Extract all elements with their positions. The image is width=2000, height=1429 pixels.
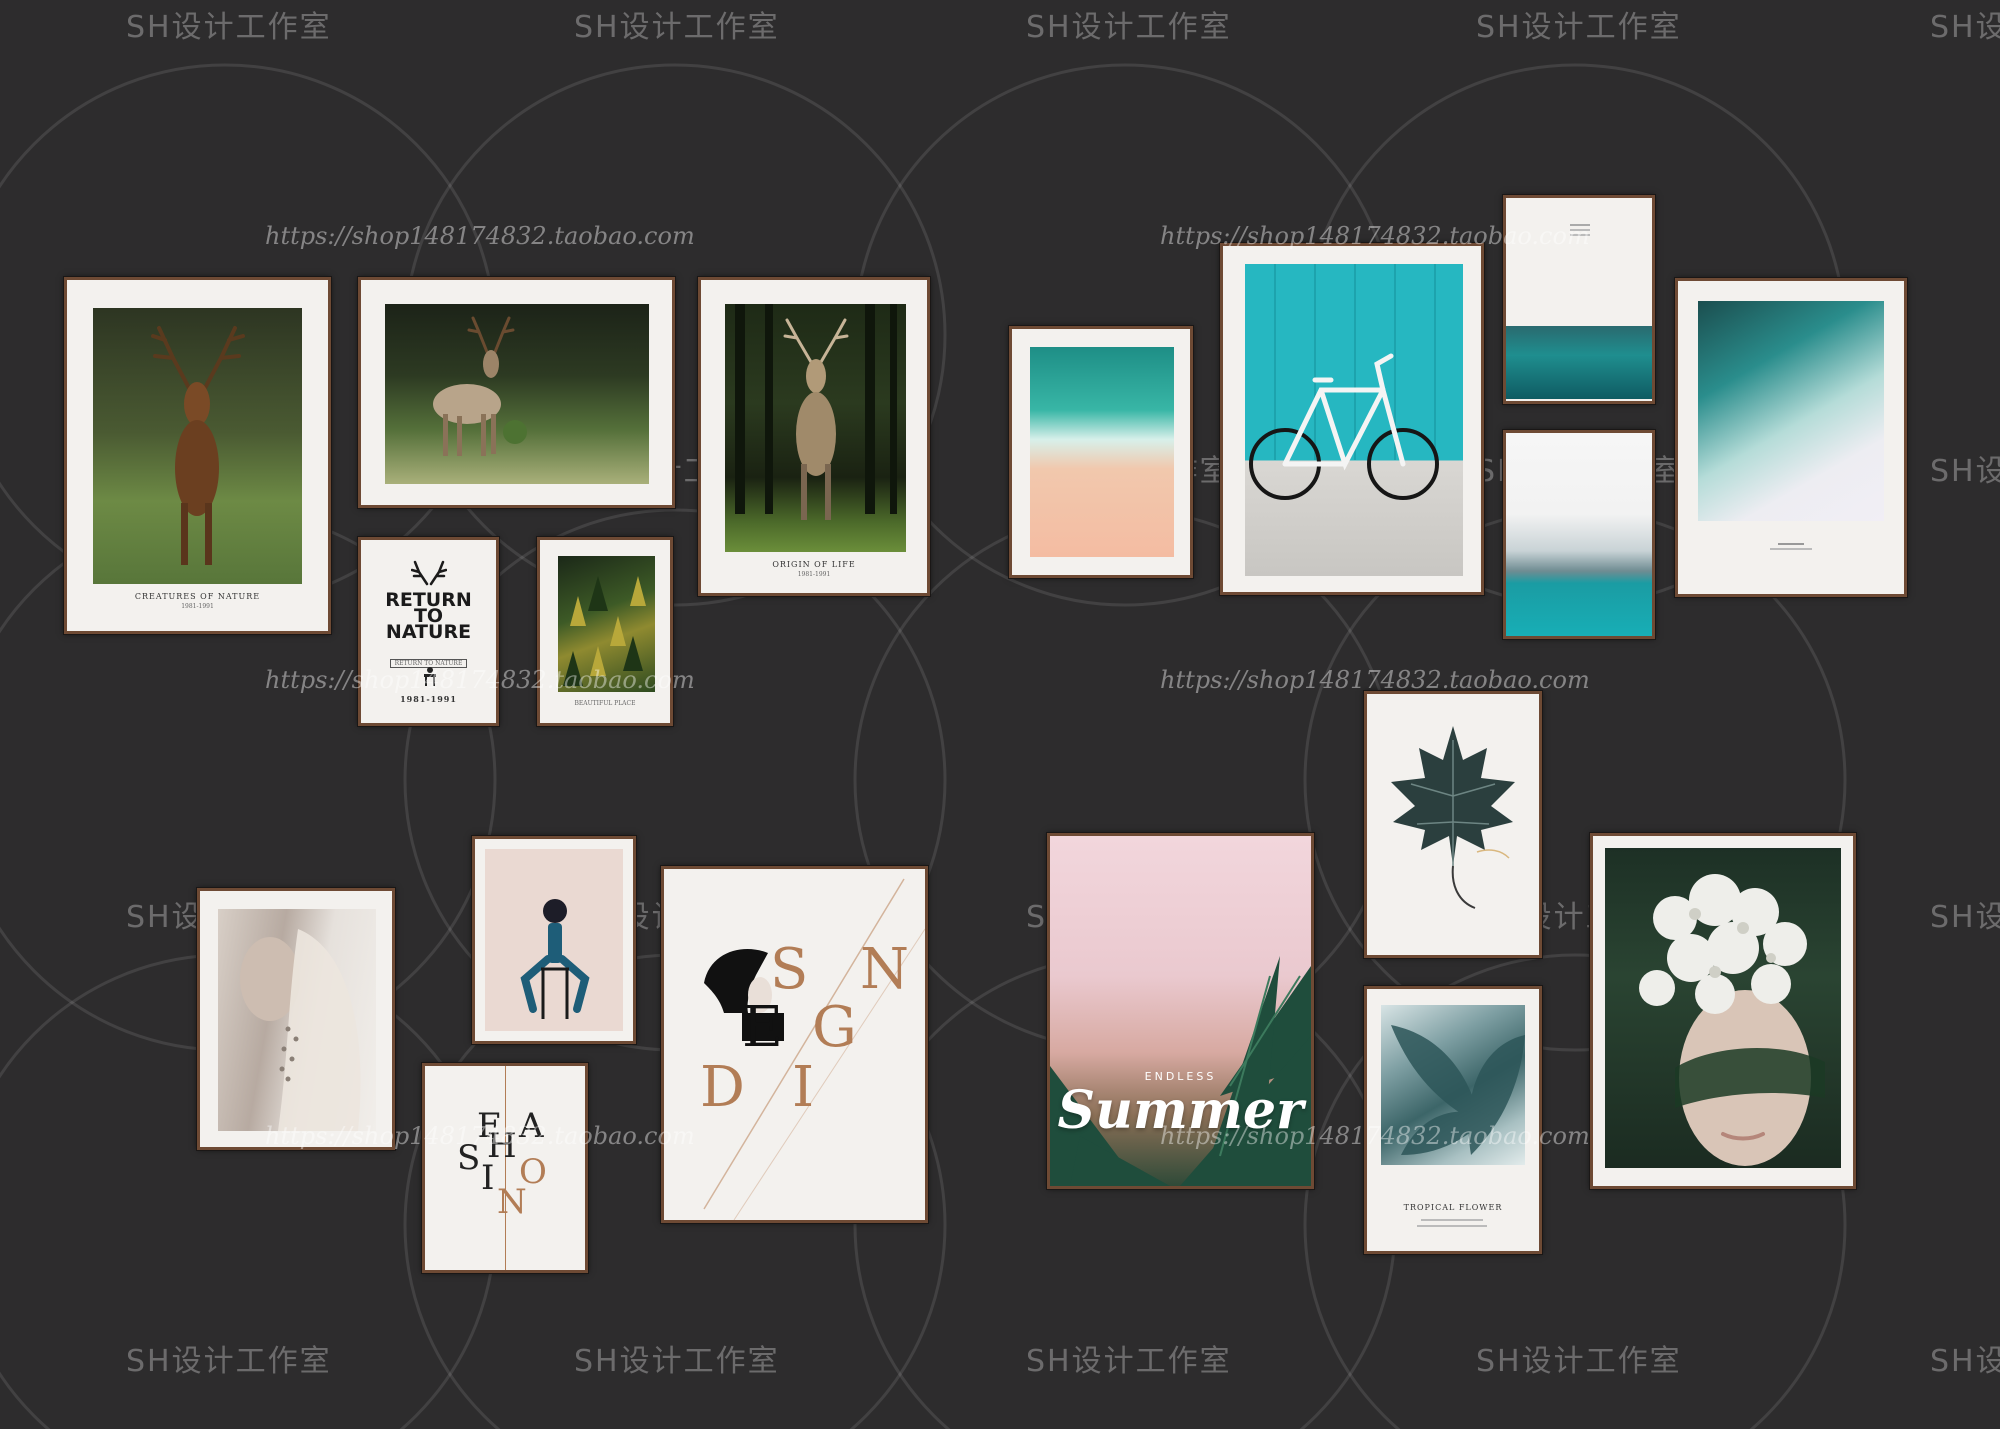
design-letter: I: [792, 1055, 815, 1120]
poster-foam-shore: [1675, 278, 1907, 597]
poster-caption: 1981-1991: [361, 694, 496, 704]
poster-title: BEAUTIFUL PLACE: [574, 700, 636, 707]
deer-chair-icon: [424, 667, 436, 686]
poster-return-to-nature: RETURN TO NATURE RETURN TO NATURE 1981-1…: [358, 537, 499, 726]
poster-title: TROPICAL FLOWER: [1403, 1203, 1503, 1212]
poster-small-text: [1421, 1219, 1483, 1221]
deer-forest-photo: [725, 304, 906, 552]
poster-caption: BEAUTIFUL PLACE: [540, 698, 670, 707]
poster-small-text: [1570, 224, 1590, 248]
poster-years: 1981-1991: [797, 571, 831, 578]
bicycle-photo: [1245, 264, 1463, 576]
poster-years: 1981-1991: [400, 694, 457, 704]
poster-title: ORIGIN OF LIFE: [772, 560, 856, 569]
poster-years: 1981-1991: [181, 603, 214, 610]
forest-illustration: [563, 576, 646, 686]
mountain-lake-photo: [1506, 433, 1652, 636]
poster-title: CREATURES OF NATURE: [134, 592, 261, 601]
poster-flower-face: [1590, 833, 1856, 1189]
poster-small-text: [1417, 1225, 1487, 1227]
sea-waves-photo: [1506, 326, 1652, 399]
poster-headline: RETURN TO NATURE: [361, 591, 496, 643]
frame-gallery-scene: SH设计工作室 SH设计工作室 SH设计工作室 SH设计工作室 SH设计工作室 …: [0, 0, 2000, 1429]
fashion-letter: S: [457, 1138, 481, 1178]
poster-caption: TROPICAL FLOWER: [1367, 1203, 1539, 1212]
flower-face-illustration: [1639, 874, 1825, 1166]
fashion-letter: A: [519, 1106, 544, 1146]
watermark-arc-pattern: [0, 63, 1847, 1429]
poster-creatures-of-nature: CREATURES OF NATURE 1981-1991: [64, 277, 331, 634]
flower-face-photo: [1605, 848, 1841, 1168]
poster-tropical-flower: TROPICAL FLOWER: [1364, 986, 1542, 1254]
poster-endless-summer: ENDLESS Summer: [1047, 833, 1314, 1189]
design-letter: G: [812, 995, 857, 1060]
poster-seated-woman: [472, 836, 636, 1044]
feather-woman-photo: [218, 909, 376, 1131]
deer-illustration: [433, 316, 527, 456]
poster-headline-line: NATURE: [385, 621, 472, 643]
tropical-leaves: [1391, 1025, 1525, 1155]
poster-origin-of-life: ORIGIN OF LIFE 1981-1991: [698, 277, 930, 596]
poster-sea-waves: [1503, 195, 1655, 404]
deer-meadow-photo: [385, 304, 649, 484]
poster-design: D E S I G N: [661, 866, 928, 1223]
foam-shore-photo: [1698, 301, 1884, 521]
poster-small-text: [1778, 543, 1804, 545]
design-letter: S: [770, 937, 809, 1002]
poster-diagonal-lines: [703, 878, 925, 1220]
poster-caption: CREATURES OF NATURE 1981-1991: [67, 592, 328, 610]
poster-feather-woman: [197, 888, 395, 1150]
poster-deer-meadow: [358, 277, 675, 508]
seated-woman-photo: [485, 849, 623, 1031]
deer-photo: [93, 308, 302, 584]
bicycle-illustration: [1249, 264, 1439, 500]
poster-fashion: F A S H I O N: [422, 1063, 588, 1273]
design-letter: N: [860, 937, 909, 1002]
antler-icon: [411, 560, 447, 586]
feather-woman-illustration: [240, 929, 361, 1131]
poster-divider: [505, 1066, 506, 1270]
poster-caption: ORIGIN OF LIFE 1981-1991: [701, 560, 927, 578]
poster-script-title: Summer: [1057, 1080, 1304, 1141]
poster-mountain-lake: [1503, 430, 1655, 639]
design-letter: E: [742, 995, 783, 1060]
poster-beautiful-place: BEAUTIFUL PLACE: [537, 537, 673, 726]
deer-illustration: [151, 326, 245, 565]
tropical-leaves-photo: [1381, 1005, 1525, 1165]
deer-illustration: [735, 304, 897, 520]
poster-maple-leaf: [1364, 691, 1542, 958]
seated-woman-illustration: [520, 899, 590, 1019]
poster-aerial-beach: [1009, 326, 1193, 578]
fashion-letter: I: [481, 1158, 495, 1198]
aerial-beach-photo: [1030, 347, 1174, 557]
maple-leaf-illustration: [1391, 726, 1515, 909]
poster-small-text: [1770, 548, 1812, 550]
fashion-letter: N: [497, 1182, 527, 1222]
forest-aerial-photo: [558, 556, 655, 692]
design-letter: D: [700, 1055, 745, 1120]
poster-bicycle: [1220, 243, 1484, 595]
